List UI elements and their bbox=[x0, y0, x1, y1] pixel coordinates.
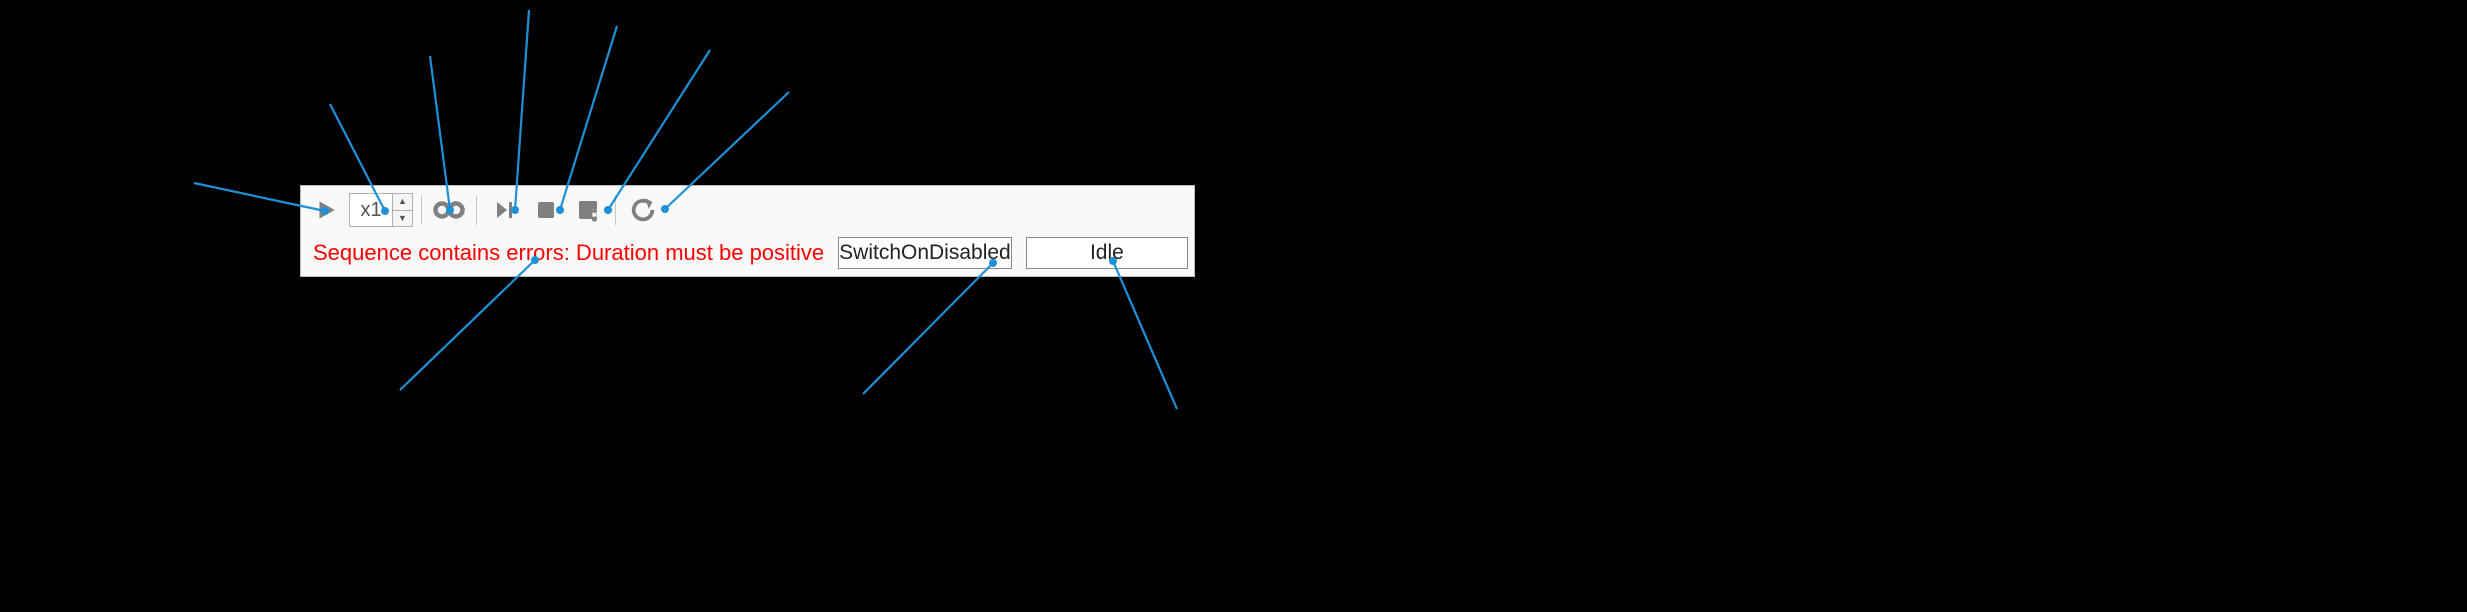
loop-button[interactable] bbox=[430, 191, 468, 229]
step-button[interactable] bbox=[485, 191, 523, 229]
stop-button[interactable] bbox=[527, 191, 565, 229]
emergency-stop-button[interactable] bbox=[569, 191, 607, 229]
speed-spinner-buttons: ▲ ▼ bbox=[392, 194, 412, 226]
play-icon bbox=[313, 197, 339, 223]
toolbar-divider bbox=[615, 195, 616, 225]
speed-up-button[interactable]: ▲ bbox=[393, 194, 412, 211]
speed-spinner[interactable]: x1 ▲ ▼ bbox=[349, 193, 413, 227]
error-message: Sequence contains errors: Duration must … bbox=[307, 240, 824, 266]
toolbar-divider bbox=[476, 195, 477, 225]
reset-icon bbox=[629, 196, 657, 224]
play-button[interactable] bbox=[307, 191, 345, 229]
toolbar-divider bbox=[421, 195, 422, 225]
step-forward-icon bbox=[492, 198, 516, 222]
stop-icon bbox=[534, 198, 558, 222]
status-bar: Sequence contains errors: Duration must … bbox=[301, 234, 1194, 276]
loop-icon bbox=[433, 200, 465, 220]
control-panel: x1 ▲ ▼ bbox=[300, 185, 1195, 277]
reset-button[interactable] bbox=[624, 191, 662, 229]
mode-status: SwitchOnDisabled bbox=[838, 237, 1012, 269]
runtime-status: Idle bbox=[1026, 237, 1188, 269]
callout-overlay bbox=[0, 0, 2467, 612]
speed-value: x1 bbox=[350, 199, 392, 222]
toolbar: x1 ▲ ▼ bbox=[301, 186, 1194, 234]
speed-down-button[interactable]: ▼ bbox=[393, 211, 412, 227]
emergency-stop-icon bbox=[576, 198, 600, 222]
